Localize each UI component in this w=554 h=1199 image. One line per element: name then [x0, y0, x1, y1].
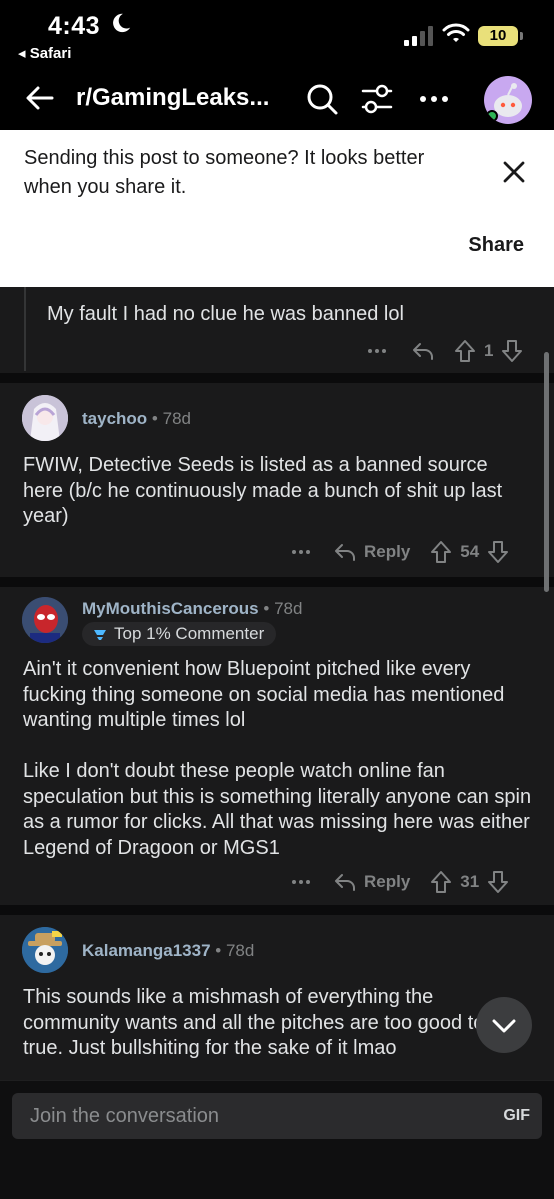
comment-username[interactable]: taychoo: [82, 409, 147, 428]
upvote-icon[interactable]: [428, 539, 454, 565]
more-options-icon[interactable]: [364, 338, 390, 364]
comment-input[interactable]: Join the conversation GIF: [12, 1093, 542, 1139]
commenter-avatar[interactable]: [22, 395, 68, 441]
comment-actions: Reply 31: [288, 867, 511, 897]
comment-body: This sounds like a mishmash of everythin…: [23, 986, 513, 1059]
comment-meta: Kalamanga1337 • 78d: [82, 941, 254, 961]
meta-separator: •: [263, 599, 275, 618]
gif-button[interactable]: GIF: [503, 1107, 530, 1125]
reply-button[interactable]: Reply: [332, 869, 416, 895]
downvote-icon[interactable]: [485, 539, 511, 565]
commenter-avatar[interactable]: [22, 597, 68, 643]
close-icon[interactable]: [500, 158, 528, 186]
upvote-icon[interactable]: [428, 869, 454, 895]
comment-age: 78d: [162, 409, 191, 428]
divider: [0, 905, 554, 915]
comment-thread: taychoo • 78d FWIW, Detective Seeds is l…: [0, 383, 554, 577]
scroll-down-button[interactable]: [476, 997, 532, 1053]
share-banner-message: Sending this post to someone? It looks b…: [24, 147, 425, 198]
subreddit-title[interactable]: r/GamingLeaks...: [76, 84, 269, 112]
back-arrow-icon[interactable]: [24, 82, 56, 114]
search-icon[interactable]: [305, 82, 339, 116]
comment-thread: Kalamanga1337 • 78d This sounds like a m…: [0, 915, 554, 1090]
moon-icon: [113, 13, 131, 33]
reply-label: Reply: [364, 872, 411, 891]
status-time: 4:43: [48, 12, 101, 40]
comment-username[interactable]: MyMouthisCancerous: [82, 599, 259, 618]
comment-body: Like I don't doubt these people watch on…: [23, 760, 532, 859]
comment-body: Ain't it convenient how Bluepoint pitche…: [23, 658, 505, 731]
divider: [0, 373, 554, 383]
share-button[interactable]: Share: [468, 234, 524, 257]
chevron-down-icon: [492, 1019, 516, 1033]
more-options-icon[interactable]: [418, 82, 450, 116]
vote-count: 54: [460, 542, 480, 561]
comment-meta: MyMouthisCancerous • 78d: [82, 599, 302, 619]
comment-input-placeholder: Join the conversation: [30, 1105, 220, 1127]
comment-age: 78d: [225, 941, 255, 960]
comment-body: My fault I had no clue he was banned lol: [47, 303, 404, 325]
trophy-icon: [94, 630, 106, 640]
downvote-icon[interactable]: [485, 869, 511, 895]
status-bar: 4:43 ◂ Safari 10: [0, 0, 554, 70]
downvote-icon[interactable]: [499, 338, 525, 364]
top-commenter-badge: Top 1% Commenter: [82, 622, 277, 646]
thread-line: [24, 287, 26, 371]
anime-avatar-icon: [22, 395, 68, 441]
comment-age: 78d: [274, 599, 303, 618]
reply-button[interactable]: Reply: [332, 539, 416, 565]
comment-feed[interactable]: My fault I had no clue he was banned lol…: [0, 287, 554, 1090]
battery-indicator: 10: [478, 26, 523, 46]
comment-composer: Join the conversation GIF: [0, 1080, 554, 1199]
comment-meta: taychoo • 78d: [82, 409, 191, 429]
more-options-icon[interactable]: [288, 869, 314, 895]
comment-thread: MyMouthisCancerous • 78d Top 1% Commente…: [0, 587, 554, 905]
reply-icon: [335, 874, 355, 891]
comment-username[interactable]: Kalamanga1337: [82, 941, 211, 960]
comment-actions: Reply 54: [288, 537, 511, 567]
back-app-label: Safari: [29, 45, 72, 62]
badge-label: Top 1% Commenter: [114, 624, 265, 643]
commenter-avatar[interactable]: [22, 927, 68, 973]
reply-icon[interactable]: [410, 338, 436, 364]
back-to-safari[interactable]: ◂ Safari: [18, 44, 71, 62]
reply-label: Reply: [364, 542, 411, 561]
more-options-icon[interactable]: [288, 539, 314, 565]
online-status-dot: [486, 110, 498, 122]
vote-count: 31: [460, 872, 480, 891]
subreddit-header: r/GamingLeaks...: [0, 70, 554, 130]
signal-icon: [404, 26, 433, 46]
divider: [0, 577, 554, 587]
cowboy-avatar-icon: [22, 927, 68, 973]
user-avatar[interactable]: [484, 76, 532, 124]
comment-thread: My fault I had no clue he was banned lol…: [0, 287, 554, 373]
vote-count: 1: [484, 341, 494, 360]
comment-body: FWIW, Detective Seeds is listed as a ban…: [23, 454, 503, 527]
upvote-icon[interactable]: [452, 338, 478, 364]
filter-icon[interactable]: [360, 82, 394, 116]
meta-separator: •: [215, 941, 226, 960]
scrollbar[interactable]: [544, 352, 549, 592]
reply-icon: [335, 544, 355, 561]
share-banner: Sending this post to someone? It looks b…: [0, 130, 554, 287]
wifi-icon: [442, 23, 470, 42]
spiderman-avatar-icon: [22, 597, 68, 643]
meta-separator: •: [151, 409, 163, 428]
comment-actions: 1: [364, 336, 525, 366]
